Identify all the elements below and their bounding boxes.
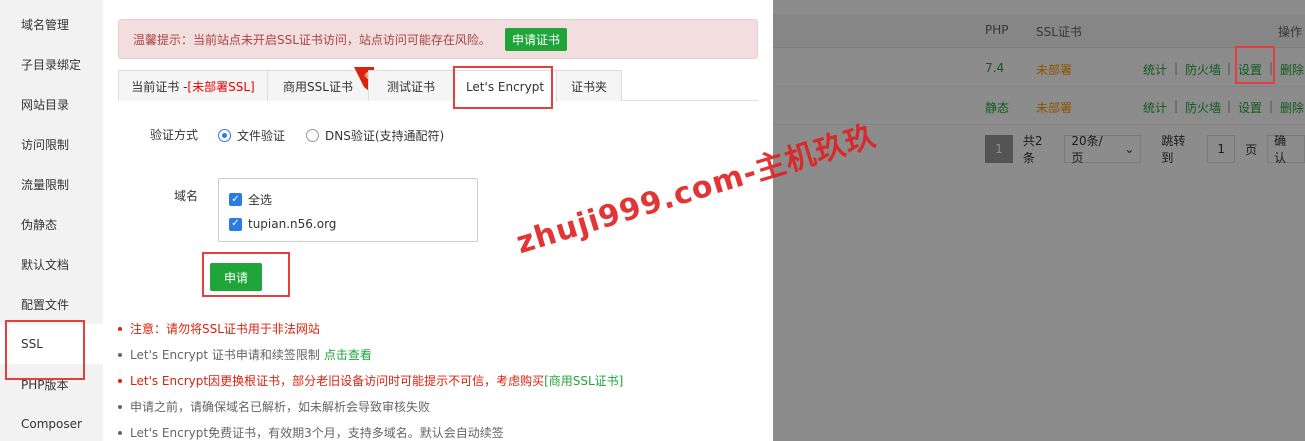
sidebar-item-composer[interactable]: Composer xyxy=(0,404,103,441)
modal-overlay[interactable] xyxy=(773,0,1305,441)
list-item: Let's Encrypt免费证书，有效期3个月，支持多域名。默认会自动续签 xyxy=(118,424,504,441)
tab-test-cert[interactable]: 测试证书 xyxy=(368,70,454,101)
list-item: Let's Encrypt因更换根证书，部分老旧设备访问时可能提示不可信，考虑购… xyxy=(118,372,623,389)
sidebar-item-ssl[interactable]: SSL xyxy=(0,324,103,364)
domain-checkbox[interactable]: ✓ tupian.n56.org xyxy=(229,217,336,231)
verify-file-radio[interactable]: 文件验证 xyxy=(218,127,285,144)
list-item: Let's Encrypt 证书申请和续签限制 点击查看 xyxy=(118,346,372,363)
apply-button[interactable]: 申请 xyxy=(210,263,263,291)
checkbox-checked-icon: ✓ xyxy=(229,193,242,206)
sidebar-item-php-version[interactable]: PHP版本 xyxy=(0,364,103,404)
view-limits-link[interactable]: 点击查看 xyxy=(324,346,372,363)
tab-commercial-ssl[interactable]: 商用SSL证书 推荐 xyxy=(267,67,374,101)
radio-unchecked-icon xyxy=(306,129,319,142)
domain-list: ✓ 全选 ✓ tupian.n56.org xyxy=(218,178,478,242)
ssl-warning-alert: 温馨提示：当前站点未开启SSL证书访问，站点访问可能存在风险。 申请证书 xyxy=(118,19,758,59)
checkbox-checked-icon: ✓ xyxy=(229,217,242,231)
select-all-checkbox[interactable]: ✓ 全选 xyxy=(229,191,272,208)
ssl-panel: 温馨提示：当前站点未开启SSL证书访问，站点访问可能存在风险。 申请证书 当前证… xyxy=(103,0,773,441)
verify-method-label: 验证方式 xyxy=(150,128,199,142)
tab-letsencrypt[interactable]: Let's Encrypt xyxy=(453,70,557,102)
sidebar-item-access-limit[interactable]: 访问限制 xyxy=(0,124,103,164)
ssl-tabs: 当前证书 - [未部署SSL] 商用SSL证书 推荐 测试证书 Let's En… xyxy=(118,67,758,102)
verify-dns-radio[interactable]: DNS验证(支持通配符) xyxy=(306,127,444,144)
sidebar-item-traffic-limit[interactable]: 流量限制 xyxy=(0,164,103,204)
tab-current-cert[interactable]: 当前证书 - [未部署SSL] xyxy=(118,70,268,101)
sidebar-item-config[interactable]: 配置文件 xyxy=(0,284,103,324)
apply-cert-button[interactable]: 申请证书 xyxy=(504,27,567,51)
commercial-ssl-link[interactable]: [商用SSL证书] xyxy=(544,372,623,389)
sidebar-item-subdir[interactable]: 子目录绑定 xyxy=(0,44,103,84)
tab-cert-folder[interactable]: 证书夹 xyxy=(556,70,622,101)
radio-checked-icon xyxy=(218,129,231,142)
list-item: 申请之前，请确保域名已解析，如未解析会导致审核失败 xyxy=(118,398,430,415)
sidebar-item-site-dir[interactable]: 网站目录 xyxy=(0,84,103,124)
settings-sidebar: 域名管理 子目录绑定 网站目录 访问限制 流量限制 伪静态 默认文档 配置文件 … xyxy=(0,0,103,441)
domain-label: 域名 xyxy=(174,189,199,203)
cert-status: [未部署SSL] xyxy=(187,79,255,94)
sidebar-item-domain[interactable]: 域名管理 xyxy=(0,4,103,44)
list-item: 注意：请勿将SSL证书用于非法网站 xyxy=(118,320,320,337)
sidebar-item-default-doc[interactable]: 默认文档 xyxy=(0,244,103,284)
alert-text: 温馨提示：当前站点未开启SSL证书访问，站点访问可能存在风险。 xyxy=(133,32,491,47)
sidebar-item-rewrite[interactable]: 伪静态 xyxy=(0,204,103,244)
